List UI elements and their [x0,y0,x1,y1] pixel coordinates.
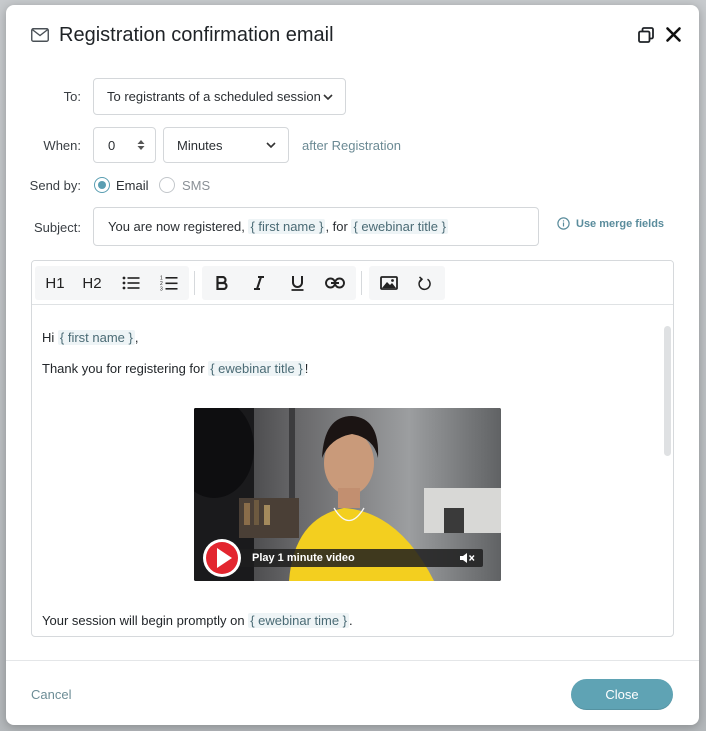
use-merge-fields-label: Use merge fields [576,217,665,230]
merge-tag-ewebinar-title: { ewebinar title } [208,361,305,376]
underline-icon [291,276,303,291]
dialog-title: Registration confirmation email [59,24,334,46]
session-text: Your session will begin promptly on [42,613,249,628]
toolbar-group-media [369,266,445,300]
subject-label: Subject: [34,220,81,235]
when-unit-select[interactable]: Minutes [163,127,289,163]
greeting-line: Hi { first name }, [42,330,139,345]
restore-window-icon[interactable] [638,27,654,43]
italic-button[interactable] [241,266,277,300]
subject-text-middle: , for [325,219,352,234]
when-label: When: [43,138,81,153]
merge-tag-first-name: { first name } [57,330,135,345]
cancel-button[interactable]: Cancel [31,687,71,702]
use-merge-fields-link[interactable]: Use merge fields [557,217,664,230]
when-amount-value: 0 [108,137,116,153]
mute-icon[interactable] [459,552,475,564]
image-icon [380,276,398,290]
session-line: Your session will begin promptly on { ew… [42,613,353,628]
info-icon [557,217,570,230]
svg-text:3: 3 [160,287,163,292]
session-suffix: . [349,613,353,628]
bullet-list-button[interactable] [113,266,149,300]
play-video-label: Play 1 minute video [252,552,355,564]
subject-input[interactable]: You are now registered, { first name } ,… [93,207,539,246]
greeting-text: Hi [42,330,58,345]
link-icon [325,277,345,289]
chevron-down-icon [323,93,333,100]
stepper-arrows-icon[interactable] [137,139,145,151]
sms-radio[interactable] [159,177,175,193]
toolbar-group-text: H1 H2 1 2 3 [35,266,189,300]
bullet-list-icon [122,276,140,290]
thanks-text: Thank you for registering for [42,361,209,376]
when-unit-value: Minutes [177,137,223,153]
thanks-line: Thank you for registering for { ewebinar… [42,361,308,376]
editor-scrollbar[interactable] [664,326,671,456]
send-by-label: Send by: [29,178,81,193]
editor-toolbar: H1 H2 1 2 3 [32,261,673,305]
toolbar-group-format [202,266,356,300]
link-button[interactable] [317,266,353,300]
email-dialog: Registration confirmation email To: To r… [6,5,699,725]
toolbar-separator [361,271,362,295]
to-label: To: [63,89,81,104]
merge-tag-ewebinar-title: { ewebinar title } [351,219,448,234]
rich-text-editor: H1 H2 1 2 3 Hi {first name} , Thank yo… [31,260,674,637]
numbered-list-icon: 1 2 3 [160,276,178,292]
merge-tag-first-name: { first name } [248,219,326,234]
toolbar-separator [194,271,195,295]
italic-icon [254,276,264,290]
chevron-down-icon [266,142,276,148]
video-thumbnail[interactable]: Play 1 minute video [194,408,501,581]
mail-icon [31,28,49,42]
underline-button[interactable] [279,266,315,300]
email-radio[interactable] [94,177,110,193]
close-button[interactable]: Close [571,679,673,710]
editor-content[interactable]: Hi { first name }, Thank you for registe… [32,306,673,636]
email-radio-label[interactable]: Email [116,178,149,193]
subject-text-prefix: You are now registered, [108,219,249,234]
bold-button[interactable] [204,266,240,300]
heading2-button[interactable]: H2 [74,266,110,300]
when-amount-stepper[interactable]: 0 [93,127,156,163]
greeting-suffix: , [134,330,139,345]
bold-icon [216,276,228,290]
numbered-list-button[interactable]: 1 2 3 [151,266,187,300]
sms-radio-label[interactable]: SMS [182,178,210,193]
undo-icon [418,275,431,290]
when-suffix-text: after Registration [302,138,401,153]
merge-tag-ewebinar-time: { ewebinar time } [248,613,350,628]
to-select[interactable]: To registrants of a scheduled session [93,78,346,115]
insert-image-button[interactable] [371,266,407,300]
heading1-button[interactable]: H1 [37,266,73,300]
play-icon[interactable] [202,538,242,578]
thanks-suffix: ! [304,361,309,376]
dialog-header: Registration confirmation email [6,5,699,67]
close-icon[interactable] [665,26,682,43]
to-select-value: To registrants of a scheduled session [107,89,321,104]
footer-divider [6,660,699,661]
undo-button[interactable] [407,266,443,300]
